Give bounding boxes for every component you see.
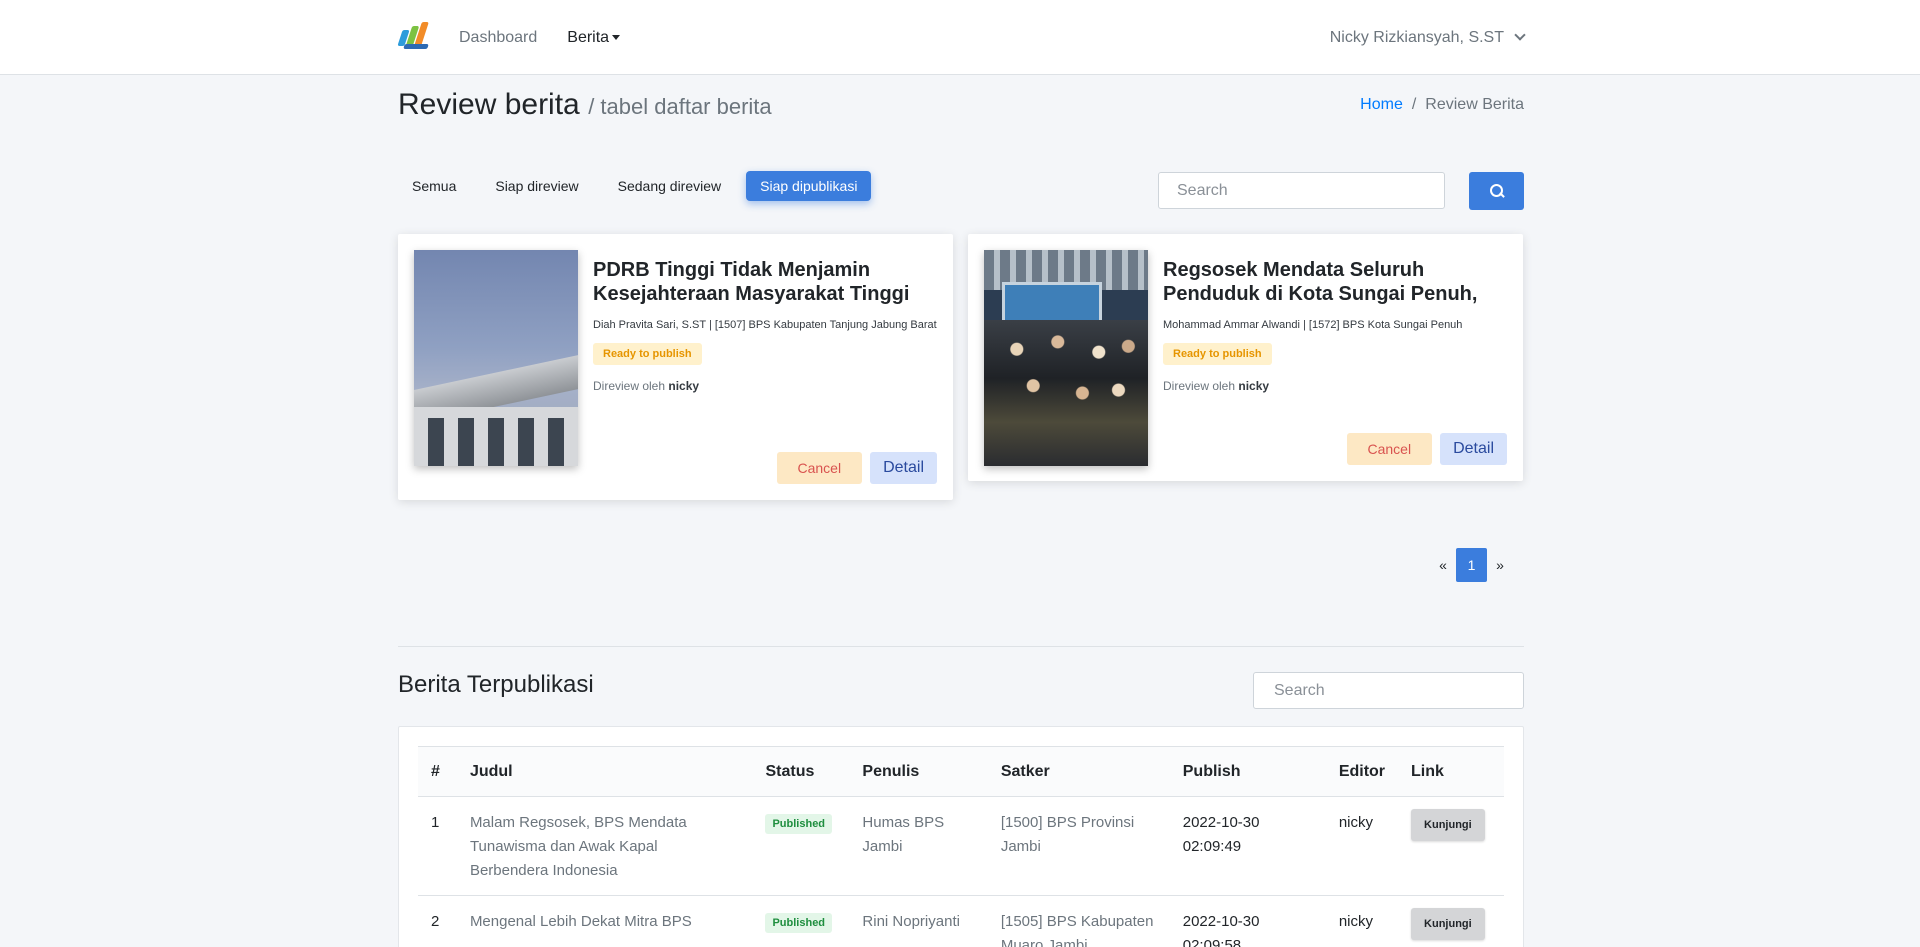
- user-name: Nicky Rizkiansyah, S.ST: [1329, 28, 1504, 46]
- caret-down-icon: [612, 34, 621, 40]
- card-actions: Cancel Detail: [1346, 433, 1507, 465]
- news-card: Regsosek Mendata Seluruh Penduduk di Kot…: [968, 234, 1523, 481]
- detail-button[interactable]: Detail: [1440, 433, 1507, 465]
- column-header-publish[interactable]: Publish: [1169, 746, 1326, 797]
- published-table: # Judul Status Penulis Satker Publish Ed…: [418, 746, 1504, 947]
- column-header-editor[interactable]: Editor: [1325, 746, 1399, 797]
- status-badge: Ready to publish: [593, 343, 702, 365]
- cell-status: Published: [752, 796, 850, 896]
- pagination-page-1[interactable]: 1: [1456, 548, 1487, 582]
- chevron-down-icon: [1514, 29, 1526, 41]
- card-author: Diah Pravita Sari, S.ST | [1507] BPS Kab…: [593, 319, 937, 331]
- published-search-input[interactable]: [1253, 672, 1524, 709]
- page-subtitle: / tabel daftar berita: [588, 94, 772, 119]
- pagination-next[interactable]: »: [1489, 557, 1511, 573]
- published-table-card: # Judul Status Penulis Satker Publish Ed…: [398, 726, 1524, 947]
- breadcrumb: Home / Review Berita: [1360, 96, 1524, 114]
- published-badge: Published: [765, 814, 833, 834]
- published-section-title: Berita Terpublikasi: [398, 671, 594, 698]
- pagination-prev[interactable]: «: [1432, 557, 1454, 573]
- published-badge: Published: [765, 913, 833, 933]
- card-author: Mohammad Ammar Alwandi | [1572] BPS Kota…: [1163, 319, 1463, 331]
- review-search-input[interactable]: [1158, 172, 1445, 209]
- breadcrumb-current: Review Berita: [1425, 96, 1524, 113]
- news-thumbnail: [984, 250, 1148, 466]
- reviewed-by: Direview oleh nicky: [593, 379, 937, 393]
- cell-judul: Mengenal Lebih Dekat Mitra BPS: [456, 895, 753, 947]
- search-button[interactable]: [1469, 172, 1524, 210]
- column-header-number: #: [418, 746, 457, 797]
- filter-siap-direview[interactable]: Siap direview: [481, 171, 592, 201]
- filter-sedang-direview[interactable]: Sedang direview: [604, 171, 736, 201]
- news-thumbnail: [414, 250, 578, 466]
- card-body: Regsosek Mendata Seluruh Penduduk di Kot…: [1163, 258, 1507, 393]
- card-title: PDRB Tinggi Tidak Menjamin Kesejahteraan…: [593, 259, 910, 305]
- cell-penulis: Rini Nopriyanti: [849, 895, 988, 947]
- reviewed-by: Direview oleh nicky: [1163, 379, 1507, 393]
- top-navbar: Dashboard Berita Nicky Rizkiansyah, S.ST: [0, 0, 1920, 75]
- status-badge: Ready to publish: [1163, 343, 1272, 365]
- reviewed-by-prefix: Direview oleh: [1163, 379, 1236, 393]
- visit-button[interactable]: Kunjungi: [1411, 809, 1485, 841]
- cell-editor: nicky: [1325, 796, 1399, 896]
- cell-number: 2: [418, 895, 457, 947]
- navbar-container: Dashboard Berita Nicky Rizkiansyah, S.ST: [397, 0, 1526, 75]
- status-filter-tabs: Semua Siap direview Sedang direview Siap…: [398, 171, 882, 201]
- cell-number: 1: [418, 796, 457, 896]
- breadcrumb-home[interactable]: Home: [1360, 96, 1403, 113]
- pagination: « 1 »: [1432, 548, 1511, 582]
- cell-satker: [1500] BPS Provinsi Jambi: [987, 796, 1170, 896]
- cell-penulis: Humas BPS Jambi: [849, 796, 988, 896]
- nav-dashboard[interactable]: Dashboard: [459, 29, 537, 47]
- page-title: Review berita: [398, 88, 580, 121]
- cell-publish: 2022-10-30 02:09:49: [1169, 796, 1326, 896]
- cell-link: Kunjungi: [1398, 895, 1504, 947]
- column-header-penulis[interactable]: Penulis: [849, 746, 988, 797]
- cancel-button[interactable]: Cancel: [776, 452, 863, 484]
- page-header: Review berita / tabel daftar berita Home…: [398, 88, 1524, 128]
- reviewed-by-prefix: Direview oleh: [593, 379, 666, 393]
- column-header-satker[interactable]: Satker: [987, 746, 1170, 797]
- news-card: PDRB Tinggi Tidak Menjamin Kesejahteraan…: [398, 234, 953, 500]
- cell-link: Kunjungi: [1398, 796, 1504, 896]
- cell-status: Published: [752, 895, 850, 947]
- cell-judul: Malam Regsosek, BPS Mendata Tunawisma da…: [456, 796, 753, 896]
- reviewer-name: nicky: [1238, 379, 1270, 393]
- filter-siap-dipublikasi[interactable]: Siap dipublikasi: [746, 171, 872, 201]
- column-header-status[interactable]: Status: [752, 746, 850, 797]
- reviewer-name: nicky: [668, 379, 700, 393]
- user-menu[interactable]: Nicky Rizkiansyah, S.ST: [1329, 28, 1526, 47]
- cell-editor: nicky: [1325, 895, 1399, 947]
- column-header-judul[interactable]: Judul: [456, 746, 753, 797]
- cell-satker: [1505] BPS Kabupaten Muaro Jambi: [987, 895, 1170, 947]
- nav-berita-label: Berita: [567, 28, 610, 46]
- cell-publish: 2022-10-30 02:09:58: [1169, 895, 1326, 947]
- filter-semua[interactable]: Semua: [398, 171, 470, 201]
- detail-button[interactable]: Detail: [870, 452, 937, 484]
- breadcrumb-separator: /: [1411, 96, 1417, 113]
- section-divider: [398, 646, 1524, 647]
- search-icon: [1489, 184, 1504, 198]
- table-header-row: # Judul Status Penulis Satker Publish Ed…: [418, 746, 1504, 797]
- visit-button[interactable]: Kunjungi: [1411, 908, 1485, 940]
- table-row: 2 Mengenal Lebih Dekat Mitra BPS Publish…: [418, 895, 1504, 947]
- card-actions: Cancel Detail: [776, 452, 937, 484]
- bps-logo-icon[interactable]: [397, 20, 434, 56]
- table-row: 1 Malam Regsosek, BPS Mendata Tunawisma …: [418, 796, 1504, 896]
- column-header-link: Link: [1398, 746, 1504, 797]
- nav-berita-dropdown[interactable]: Berita: [567, 28, 621, 47]
- card-body: PDRB Tinggi Tidak Menjamin Kesejahteraan…: [593, 258, 937, 393]
- cancel-button[interactable]: Cancel: [1346, 433, 1433, 465]
- card-title: Regsosek Mendata Seluruh Penduduk di Kot…: [1163, 259, 1478, 305]
